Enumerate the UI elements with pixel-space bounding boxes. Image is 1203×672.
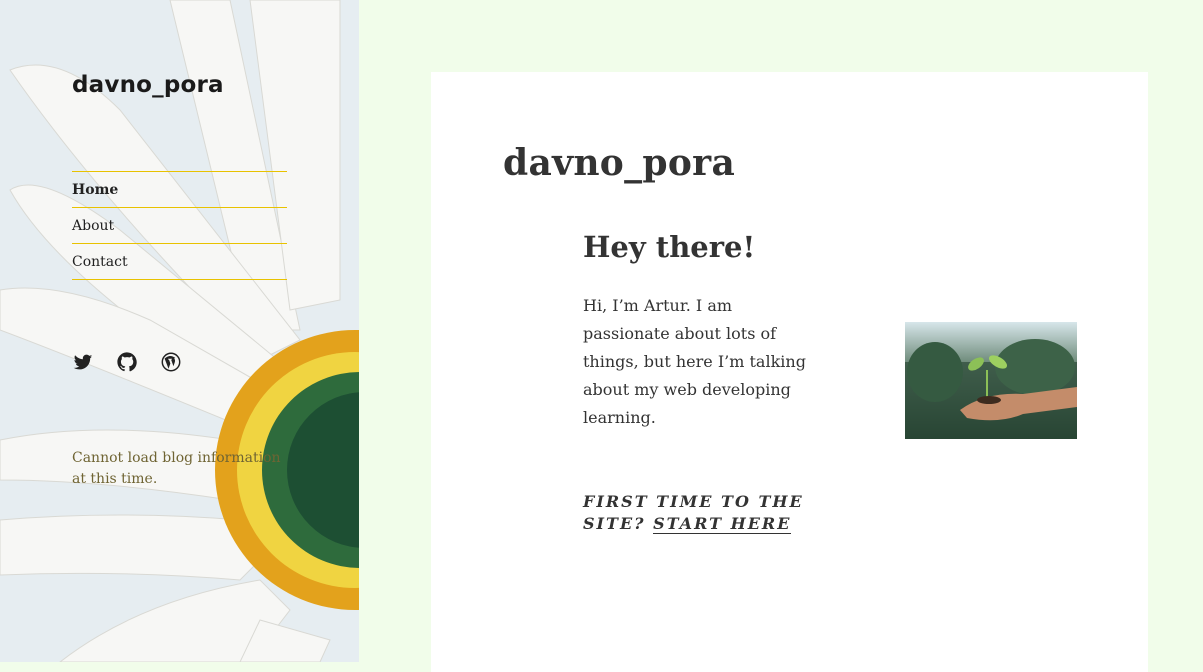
- site-title[interactable]: davno_pora: [72, 72, 224, 98]
- social-links: [72, 351, 182, 373]
- greeting-heading: Hey there!: [583, 230, 756, 264]
- seedling-photo: [905, 322, 1077, 439]
- nav-item-home[interactable]: Home: [72, 172, 287, 208]
- daisy-background-image: [0, 0, 359, 662]
- nav-item-contact[interactable]: Contact: [72, 244, 287, 280]
- wordpress-icon[interactable]: [160, 351, 182, 373]
- nav-item-about[interactable]: About: [72, 208, 287, 244]
- sidebar: davno_pora Home About Contact Cannot loa…: [0, 0, 359, 662]
- page-title: davno_pora: [503, 142, 736, 184]
- github-icon[interactable]: [116, 351, 138, 373]
- intro-paragraph: Hi, I’m Artur. I am passionate about lot…: [583, 296, 806, 427]
- start-here-link[interactable]: Start here: [653, 514, 792, 534]
- main-navigation: Home About Contact: [72, 171, 287, 280]
- content-card: davno_pora Hey there! Hi, I’m Artur. I a…: [431, 72, 1148, 672]
- twitter-icon[interactable]: [72, 351, 94, 373]
- blog-error-message: Cannot load blog information at this tim…: [72, 450, 281, 487]
- first-time-callout: First time to the site? Start here: [583, 491, 813, 535]
